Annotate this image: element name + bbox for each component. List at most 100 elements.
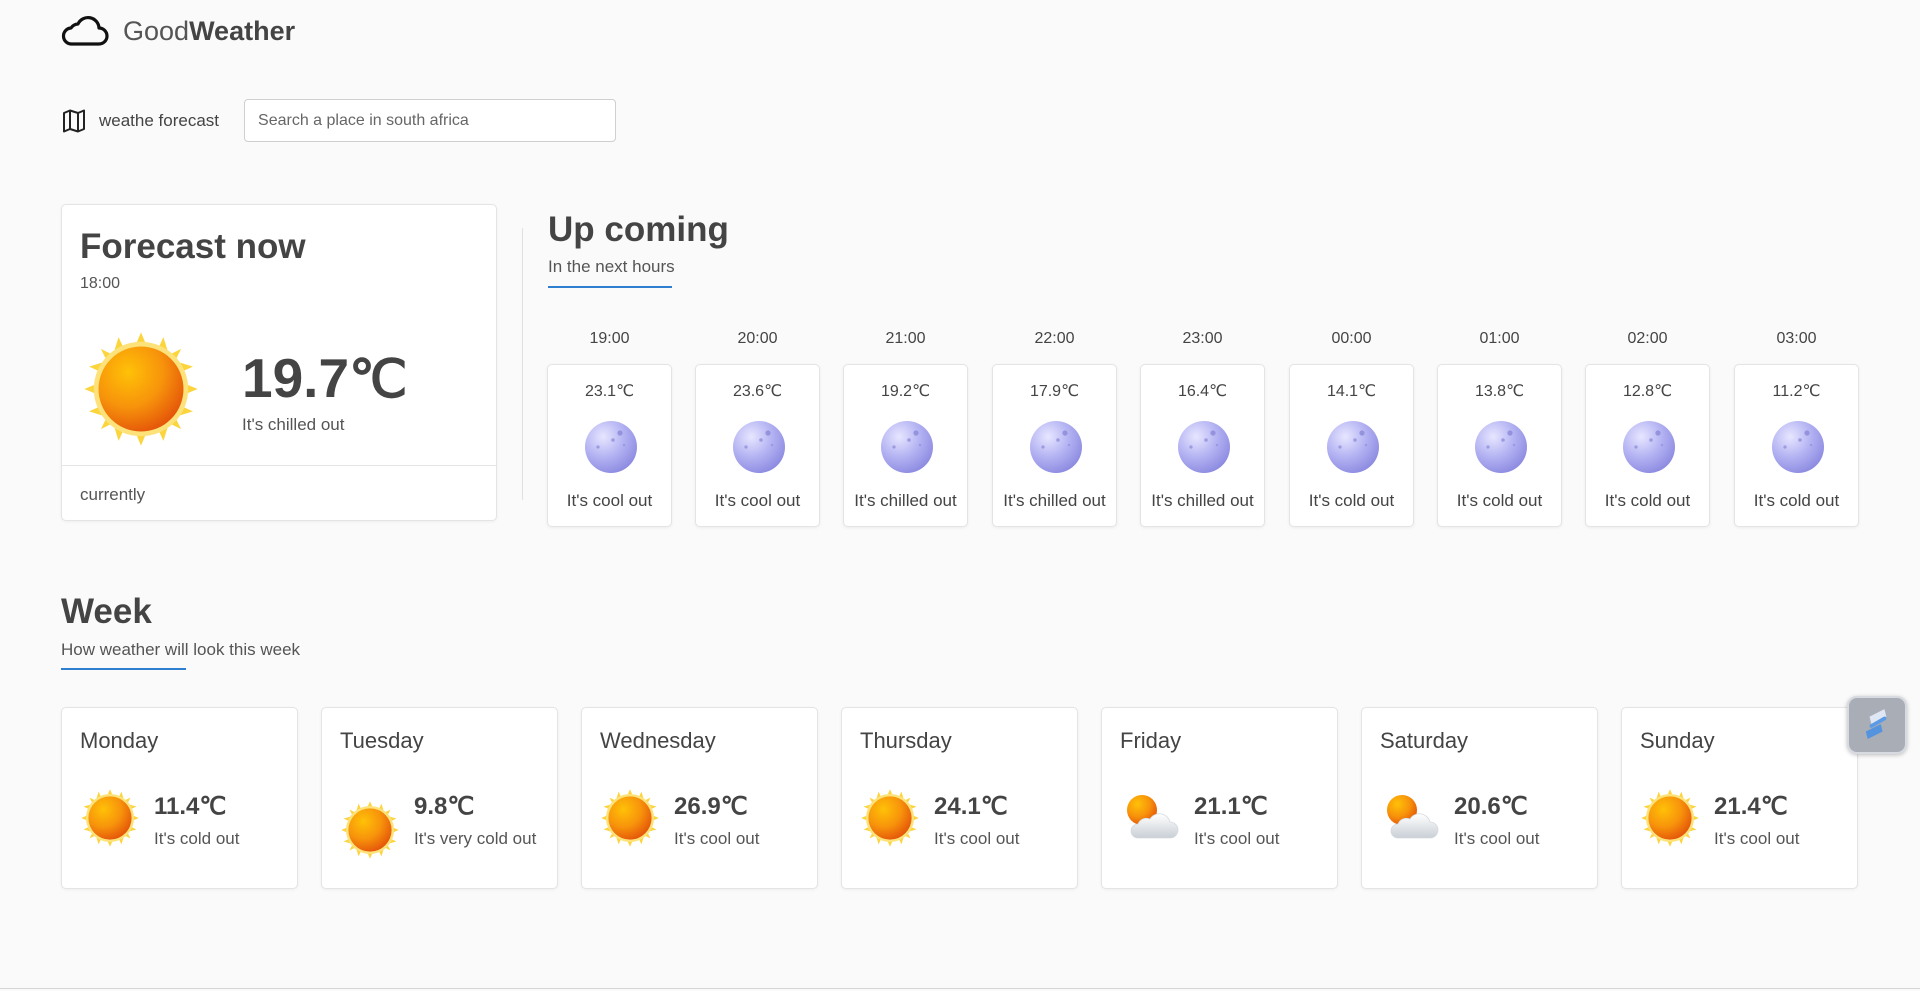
moon-icon (1772, 421, 1824, 473)
hour-temperature: 12.8℃ (1622, 383, 1673, 400)
cloud-icon (61, 15, 109, 46)
week-subtitle: How weather will look this week (61, 640, 301, 659)
hour-item: 03:00 11.2℃ It's cold out (1734, 328, 1859, 527)
hour-description: It's cold out (1753, 491, 1840, 510)
sun-icon (81, 789, 139, 847)
hour-time: 01:00 (1479, 330, 1520, 347)
hour-card[interactable]: 13.8℃ It's cold out (1437, 364, 1562, 527)
moon-icon (1623, 421, 1675, 473)
day-name: Tuesday (340, 728, 424, 753)
hour-time: 21:00 (885, 330, 926, 347)
day-card-tuesday[interactable]: Tuesday 9.8℃ It's very cold out (321, 707, 558, 889)
day-temperature: 26.9℃ (674, 793, 748, 820)
hour-description: It's chilled out (854, 491, 957, 510)
forecast-now-footer: currently (80, 485, 146, 504)
extension-icon (1865, 709, 1887, 739)
day-description: It's cold out (154, 829, 240, 848)
card-divider (62, 465, 496, 466)
day-card-wednesday[interactable]: Wednesday 26.9℃ It's cool out (581, 707, 818, 889)
hour-temperature: 23.6℃ (732, 383, 783, 400)
hour-card[interactable]: 19.2℃ It's chilled out (843, 364, 968, 527)
app-logo[interactable]: GoodWeather (61, 14, 295, 48)
moon-icon (1030, 421, 1082, 473)
day-card-thursday[interactable]: Thursday 24.1℃ It's cool out (841, 707, 1078, 889)
hour-card[interactable]: 12.8℃ It's cold out (1585, 364, 1710, 527)
sun-icon (861, 789, 919, 847)
hour-card[interactable]: 11.2℃ It's cold out (1734, 364, 1859, 527)
partly-cloudy-icon (1127, 795, 1179, 839)
hour-item: 19:00 23.1℃ It's cool out (547, 328, 672, 527)
day-temperature: 24.1℃ (934, 793, 1008, 820)
week-underline (61, 668, 186, 670)
hour-card[interactable]: 14.1℃ It's cold out (1289, 364, 1414, 527)
day-name: Friday (1120, 728, 1182, 753)
day-temperature: 21.4℃ (1714, 793, 1788, 820)
day-description: It's cool out (1714, 829, 1800, 848)
day-description: It's cool out (1454, 829, 1540, 848)
day-name: Monday (80, 728, 159, 753)
day-card-friday[interactable]: Friday 21.1℃ It's cool out (1101, 707, 1338, 889)
day-name: Sunday (1640, 728, 1715, 753)
day-name: Saturday (1380, 728, 1469, 753)
partly-cloudy-icon (1387, 795, 1439, 839)
hour-description: It's cool out (566, 491, 653, 510)
hour-item: 22:00 17.9℃ It's chilled out (992, 328, 1117, 527)
hour-card[interactable]: 17.9℃ It's chilled out (992, 364, 1117, 527)
section-divider (522, 228, 523, 500)
hour-card[interactable]: 23.6℃ It's cool out (695, 364, 820, 527)
hour-temperature: 16.4℃ (1177, 383, 1228, 400)
moon-icon (1178, 421, 1230, 473)
moon-icon (585, 421, 637, 473)
moon-icon (733, 421, 785, 473)
search-input[interactable] (244, 99, 617, 142)
floating-extension-button[interactable] (1847, 696, 1907, 754)
hour-description: It's chilled out (1151, 491, 1254, 510)
upcoming-subtitle: In the next hours (548, 257, 675, 276)
day-name: Thursday (860, 728, 952, 753)
page-bottom-border (0, 988, 1920, 989)
day-description: It's cool out (934, 829, 1020, 848)
day-temperature: 9.8℃ (414, 793, 475, 820)
day-card-saturday[interactable]: Saturday 20.6℃ It's cool out (1361, 707, 1598, 889)
day-card-monday[interactable]: Monday 11.4℃ It's cold out (61, 707, 298, 889)
hour-temperature: 17.9℃ (1029, 383, 1080, 400)
forecast-now-title: Forecast now (80, 227, 306, 266)
sun-icon (341, 801, 399, 859)
hour-card[interactable]: 23.1℃ It's cool out (547, 364, 672, 527)
hour-description: It's cold out (1604, 491, 1691, 510)
map-icon (63, 109, 85, 132)
hour-time: 23:00 (1182, 330, 1223, 347)
upcoming-title: Up coming (548, 210, 729, 249)
moon-icon (881, 421, 933, 473)
hour-temperature: 14.1℃ (1326, 383, 1377, 400)
upcoming-underline (548, 286, 672, 288)
hour-time: 02:00 (1627, 330, 1668, 347)
search-bar: weathe forecast (61, 99, 617, 142)
hour-temperature: 13.8℃ (1474, 383, 1525, 400)
hour-description: It's chilled out (1003, 491, 1106, 510)
brand-name: GoodWeather (123, 15, 296, 46)
current-description: It's chilled out (242, 415, 345, 434)
hour-time: 22:00 (1034, 330, 1075, 347)
hour-description: It's cool out (714, 491, 801, 510)
search-label: weathe forecast (99, 110, 220, 130)
hour-time: 00:00 (1331, 330, 1372, 347)
hour-temperature: 11.2℃ (1772, 383, 1821, 400)
hour-item: 21:00 19.2℃ It's chilled out (843, 328, 968, 527)
current-temperature: 19.7℃ (242, 347, 408, 409)
week-title: Week (61, 592, 152, 631)
hour-time: 03:00 (1776, 330, 1817, 347)
day-temperature: 11.4℃ (154, 793, 227, 820)
hour-description: It's cold out (1308, 491, 1395, 510)
day-description: It's cool out (674, 829, 760, 848)
hour-item: 02:00 12.8℃ It's cold out (1585, 328, 1710, 527)
hour-temperature: 19.2℃ (880, 383, 931, 400)
forecast-now-time: 18:00 (80, 275, 121, 292)
hour-card[interactable]: 16.4℃ It's chilled out (1140, 364, 1265, 527)
forecast-now-card: Forecast now 18:00 19.7℃ It's chilled ou… (61, 204, 497, 521)
hour-item: 23:00 16.4℃ It's chilled out (1140, 328, 1265, 527)
hour-item: 01:00 13.8℃ It's cold out (1437, 328, 1562, 527)
moon-icon (1475, 421, 1527, 473)
sun-icon (1641, 789, 1699, 847)
day-card-sunday[interactable]: Sunday 21.4℃ It's cool out (1621, 707, 1858, 889)
